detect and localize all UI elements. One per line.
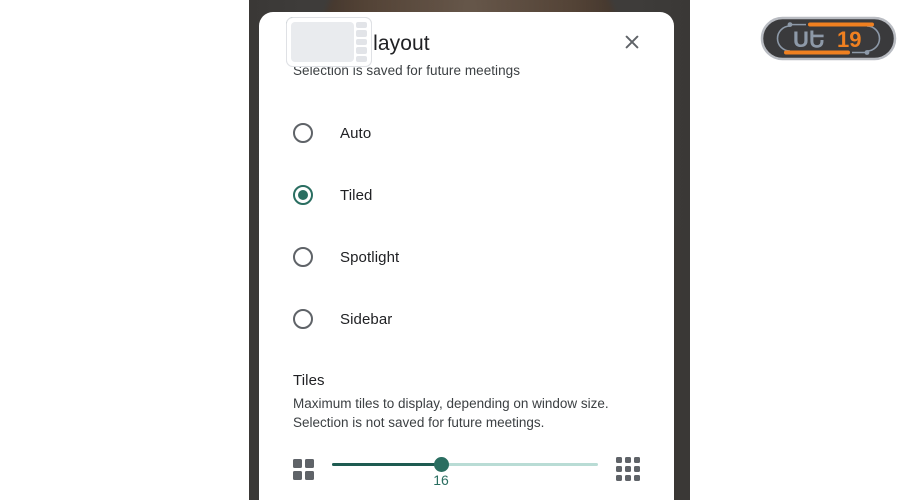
small-grid-icon[interactable] bbox=[293, 458, 314, 480]
close-icon bbox=[622, 32, 642, 52]
tiles-slider[interactable]: 16 bbox=[332, 452, 598, 488]
svg-text:UԵ: UԵ bbox=[793, 27, 825, 52]
layout-option-label: Tiled bbox=[340, 186, 373, 204]
tiles-description: Maximum tiles to display, depending on w… bbox=[293, 394, 640, 432]
tiles-slider-row: 16 bbox=[293, 452, 640, 488]
radio-sidebar[interactable] bbox=[293, 309, 313, 329]
tiles-section: Tiles Maximum tiles to display, dependin… bbox=[293, 372, 640, 488]
layout-option-sidebar[interactable]: Sidebar bbox=[285, 17, 640, 350]
layout-option-tiled[interactable]: Tiled bbox=[285, 17, 640, 226]
close-button[interactable] bbox=[614, 24, 650, 60]
layout-option-spotlight[interactable]: Spotlight bbox=[285, 17, 640, 288]
layout-option-label: Auto bbox=[340, 124, 372, 142]
tiles-description-line1: Maximum tiles to display, depending on w… bbox=[293, 396, 609, 411]
radio-auto[interactable] bbox=[293, 123, 313, 143]
layout-option-label: Sidebar bbox=[340, 310, 393, 328]
large-grid-icon[interactable] bbox=[616, 457, 640, 481]
tiles-heading: Tiles bbox=[293, 372, 325, 389]
slider-track-fill bbox=[332, 463, 442, 466]
svg-text:19: 19 bbox=[837, 27, 861, 52]
layout-option-auto[interactable]: Auto bbox=[285, 17, 640, 164]
slider-thumb[interactable] bbox=[433, 457, 449, 472]
ub19-logo: UԵ 19 bbox=[760, 16, 897, 61]
sidebar-preview-card bbox=[285, 17, 372, 67]
sidebar-layout-preview-icon bbox=[285, 17, 372, 67]
screen: Change layout Selection is saved for fut… bbox=[0, 0, 900, 500]
radio-spotlight[interactable] bbox=[293, 247, 313, 267]
radio-tiled[interactable] bbox=[293, 185, 313, 205]
layout-options-list: Auto Tiled Spotlight Sidebar bbox=[285, 17, 640, 350]
change-layout-dialog: Change layout Selection is saved for fut… bbox=[259, 12, 674, 500]
layout-option-label: Spotlight bbox=[340, 248, 400, 266]
tiles-description-line2: Selection is not saved for future meetin… bbox=[293, 415, 545, 430]
slider-value-label: 16 bbox=[433, 472, 449, 488]
